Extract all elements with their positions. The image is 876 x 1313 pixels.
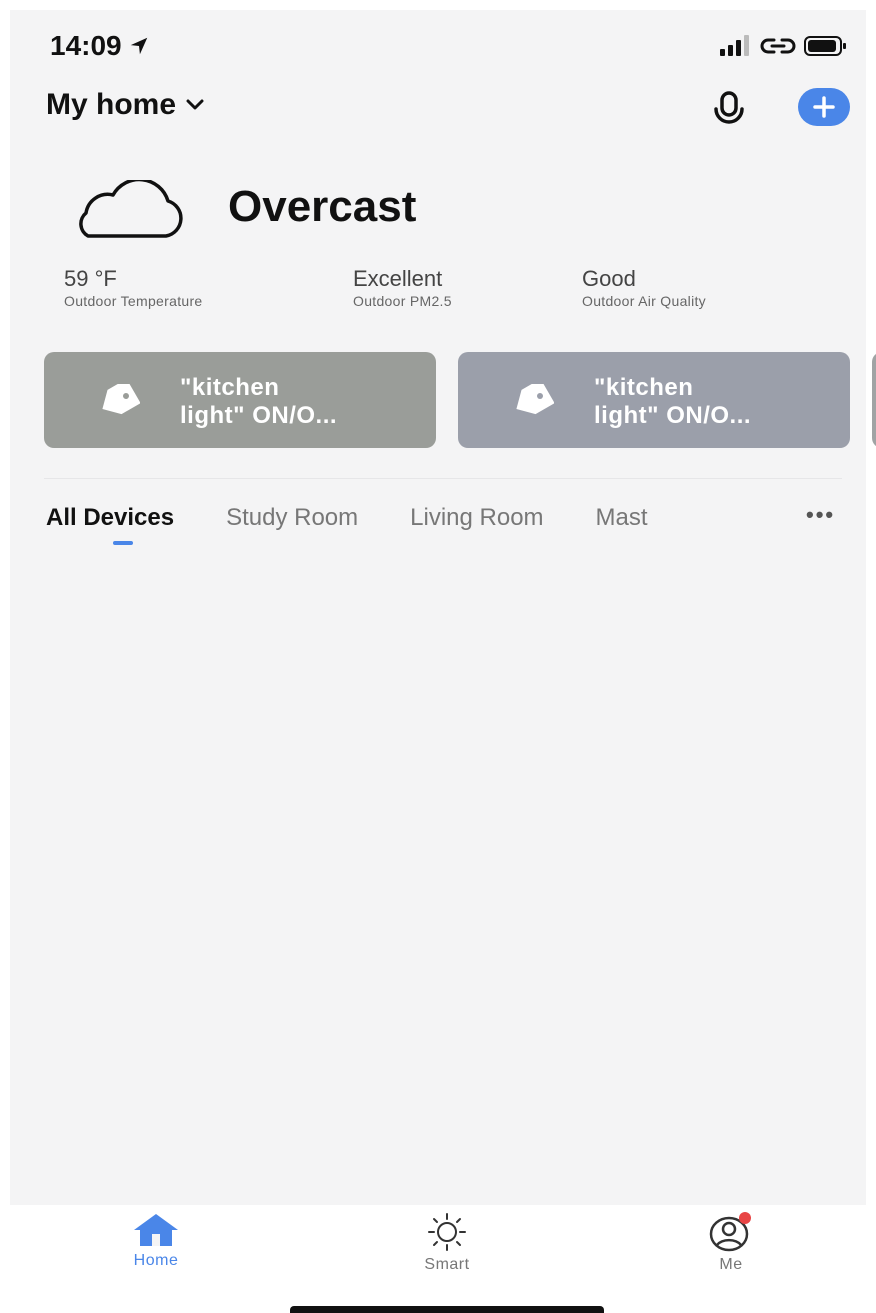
sun-icon: [428, 1213, 466, 1251]
home-title: My home: [46, 88, 177, 121]
home-icon: [134, 1214, 178, 1246]
status-time: 14:09: [50, 30, 150, 62]
scene-label-line2: light" ON/O...: [180, 402, 338, 429]
link-icon: [760, 38, 796, 54]
stat-label: Outdoor Air Quality: [582, 293, 706, 309]
battery-icon: [804, 36, 846, 56]
stat-label: Outdoor PM2.5: [353, 293, 452, 309]
scene-label: "kitchen light" ON/O...: [594, 374, 751, 430]
tag-icon: [102, 384, 140, 415]
notification-badge: [739, 1212, 751, 1224]
tabbar-label: Home: [133, 1252, 179, 1269]
tabbar-label: Me: [719, 1256, 743, 1273]
home-indicator: [290, 1306, 604, 1313]
tabbar-label: Smart: [424, 1256, 470, 1273]
scene-card[interactable]: "kitchen light" ON/O...: [44, 352, 436, 448]
tabbar-home[interactable]: Home: [96, 1212, 216, 1270]
tab-study-room[interactable]: Study Room: [226, 504, 358, 532]
cloud-icon: [79, 180, 183, 238]
tab-all-devices[interactable]: All Devices: [46, 504, 174, 532]
room-tabs: All Devices Study Room Living Room Mast: [46, 504, 648, 532]
tab-master[interactable]: Mast: [596, 504, 648, 532]
weather-condition: Overcast: [228, 182, 417, 231]
more-tabs-button[interactable]: •••: [806, 502, 835, 528]
user-icon: [709, 1212, 751, 1252]
location-arrow-icon: [130, 37, 147, 55]
tab-living-room[interactable]: Living Room: [410, 504, 543, 532]
stat-temperature: 59 °F Outdoor Temperature: [64, 266, 203, 310]
plus-icon: [813, 96, 835, 118]
status-icons: [720, 34, 848, 58]
time-label: 14:09: [50, 30, 122, 61]
tabbar-me[interactable]: Me: [671, 1212, 791, 1274]
home-selector[interactable]: My home: [46, 88, 204, 122]
stat-value: Good: [582, 266, 636, 291]
stat-air-quality: Good Outdoor Air Quality: [582, 266, 706, 310]
divider: [44, 478, 842, 479]
signal-icon: [720, 35, 749, 56]
tag-icon: [516, 384, 554, 415]
microphone-icon[interactable]: [713, 90, 747, 128]
chevron-down-icon: [186, 99, 204, 110]
stat-value: Excellent: [353, 266, 443, 291]
scene-label-line2: light" ON/O...: [594, 402, 752, 429]
scene-card[interactable]: "kitchen light" ON/O...: [458, 352, 850, 448]
scene-label-line1: "kitchen: [180, 374, 280, 401]
scene-label-line1: "kitchen: [594, 374, 694, 401]
tabbar-smart[interactable]: Smart: [387, 1212, 507, 1274]
scene-card-partial[interactable]: [872, 352, 876, 448]
tab-indicator: [113, 541, 133, 545]
scene-label: "kitchen light" ON/O...: [180, 374, 337, 430]
stat-pm25: Excellent Outdoor PM2.5: [353, 266, 452, 310]
add-device-button[interactable]: [798, 88, 850, 126]
stat-label: Outdoor Temperature: [64, 293, 203, 309]
stat-value: 59 °F: [64, 266, 117, 291]
